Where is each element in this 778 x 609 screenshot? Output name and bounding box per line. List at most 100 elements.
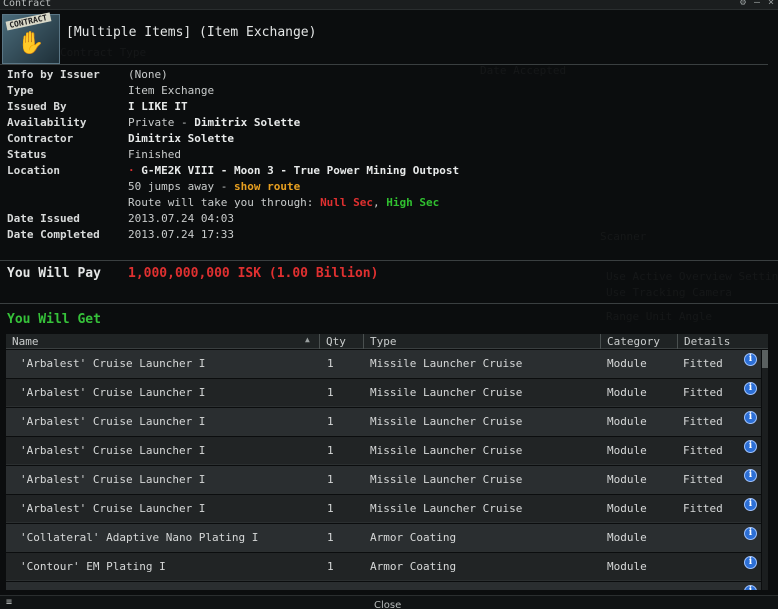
item-details: Fitted [683, 444, 723, 457]
table-row[interactable]: 'Collateral' Adaptive Nano Plating I 1 A… [6, 524, 761, 552]
column-divider[interactable] [363, 334, 364, 349]
close-button[interactable]: Close [374, 600, 401, 609]
location-link[interactable]: G-ME2K VIII - Moon 3 - True Power Mining… [141, 164, 459, 177]
info-label: Type [7, 84, 34, 97]
availability-character-link[interactable]: Dimitrix Solette [194, 116, 300, 129]
item-type: Missile Launcher Cruise [370, 502, 523, 515]
info-label: Status [7, 148, 47, 161]
table-row[interactable]: 'Contour' EM Plating I 1 Armor Coating M… [6, 553, 761, 581]
sort-ascending-icon[interactable]: ▲ [305, 335, 310, 344]
info-value: 2013.07.24 17:33 [128, 228, 234, 241]
show-info-icon[interactable]: i [744, 411, 757, 424]
show-info-icon[interactable]: i [744, 527, 757, 540]
close-icon[interactable]: × [766, 0, 776, 8]
table-row[interactable]: 'Arbalest' Cruise Launcher I 1 Missile L… [6, 466, 761, 494]
background-ghost-text: Use Active Overview Settings [606, 270, 778, 283]
item-type: Missile Launcher Cruise [370, 415, 523, 428]
table-scrollbar[interactable] [762, 350, 768, 590]
info-label: Issued By [7, 100, 67, 113]
column-header-details[interactable]: Details [684, 335, 730, 348]
item-type: Missile Launcher Cruise [370, 444, 523, 457]
high-sec-text: High Sec [386, 196, 440, 209]
info-label: Contractor [7, 132, 74, 145]
contract-badge: CONTRACT [5, 12, 51, 31]
column-header-type[interactable]: Type [370, 335, 397, 348]
info-row-info-by-issuer: Info by Issuer (None) [7, 68, 767, 84]
info-row-availability: Availability Private - Dimitrix Solette [7, 116, 767, 132]
item-details: Fitted [683, 473, 723, 486]
item-category: Module [607, 473, 647, 486]
item-qty: 1 [327, 473, 334, 486]
info-row-route: Route will take you through: Null Sec, H… [7, 196, 767, 212]
item-details: Fitted [683, 357, 723, 370]
show-info-icon[interactable]: i [744, 382, 757, 395]
window-controls: ⚙ – × [738, 0, 776, 8]
pay-amount: 1,000,000,000 ISK (1.00 Billion) [128, 266, 379, 281]
column-header-qty[interactable]: Qty [326, 335, 346, 348]
contractor-link[interactable]: Dimitrix Solette [128, 132, 234, 145]
settings-icon[interactable]: ⚙ [738, 0, 748, 8]
item-name: 'Arbalest' Cruise Launcher I [20, 386, 206, 399]
info-value: (None) [128, 68, 168, 81]
info-row-contractor: Contractor Dimitrix Solette [7, 132, 767, 148]
info-row-jumps: 50 jumps away - show route [7, 180, 767, 196]
scrollbar-thumb[interactable] [762, 350, 768, 368]
item-name: 'Arbalest' Cruise Launcher I [20, 473, 206, 486]
info-row-location: Location · G-ME2K VIII - Moon 3 - True P… [7, 164, 767, 180]
item-qty: 1 [327, 386, 334, 399]
background-ghost-text: Range Unit Angle [606, 310, 712, 323]
table-row[interactable]: 'Arbalest' Cruise Launcher I 1 Missile L… [6, 495, 761, 523]
show-info-icon[interactable]: i [744, 353, 757, 366]
item-category: Module [607, 357, 647, 370]
background-ghost-text: Use Tracking Camera [606, 286, 732, 299]
info-row-status: Status Finished [7, 148, 767, 164]
item-type: Armor Coating [370, 560, 457, 573]
item-name: 'Arbalest' Cruise Launcher I [20, 502, 206, 515]
availability-prefix: Private - [128, 116, 195, 129]
background-ghost-text: Contract Type [60, 46, 147, 59]
show-route-link[interactable]: show route [234, 180, 300, 193]
item-qty: 1 [327, 531, 334, 544]
show-info-icon[interactable]: i [744, 498, 757, 511]
item-category: Module [607, 502, 647, 515]
column-header-category[interactable]: Category [607, 335, 660, 348]
issuer-link[interactable]: I LIKE IT [128, 100, 188, 113]
item-qty: 1 [327, 357, 334, 370]
item-type: Armor Coating [370, 531, 457, 544]
security-dot-icon: · [128, 164, 135, 177]
item-qty: 1 [327, 560, 334, 573]
column-header-name[interactable]: Name [12, 335, 39, 348]
column-divider[interactable] [319, 334, 320, 349]
contract-title: [Multiple Items] (Item Exchange) [66, 25, 317, 40]
menu-icon[interactable]: ≡ [6, 597, 12, 608]
null-sec-text: Null Sec [320, 196, 374, 209]
contract-icon: CONTRACT ✋ [2, 12, 60, 64]
item-details: Fitted [683, 386, 723, 399]
column-divider[interactable] [677, 334, 678, 349]
info-label: Date Issued [7, 212, 80, 225]
table-row[interactable]: 'Arbalest' Cruise Launcher I 1 Missile L… [6, 350, 761, 378]
info-label: Info by Issuer [7, 68, 100, 81]
item-name: 'Arbalest' Cruise Launcher I [20, 357, 206, 370]
table-row[interactable]: 'Arbalest' Cruise Launcher I 1 Missile L… [6, 379, 761, 407]
info-label: Location [7, 164, 60, 177]
show-info-icon[interactable]: i [744, 556, 757, 569]
show-info-icon[interactable]: i [744, 585, 757, 590]
table-row[interactable]: i [6, 582, 761, 590]
table-row[interactable]: 'Arbalest' Cruise Launcher I 1 Missile L… [6, 408, 761, 436]
route-separator: , [373, 196, 387, 209]
item-details: Fitted [683, 415, 723, 428]
you-will-get-label: You Will Get [7, 312, 101, 327]
table-row[interactable]: 'Arbalest' Cruise Launcher I 1 Missile L… [6, 437, 761, 465]
item-qty: 1 [327, 444, 334, 457]
item-qty: 1 [327, 415, 334, 428]
column-divider[interactable] [600, 334, 601, 349]
divider [0, 64, 768, 65]
show-info-icon[interactable]: i [744, 469, 757, 482]
jumps-text: 50 jumps away - [128, 180, 234, 193]
table-header: Name ▲ Qty Type Category Details [6, 334, 768, 349]
handshake-icon: ✋ [17, 31, 45, 56]
minimize-icon[interactable]: – [752, 0, 762, 8]
info-label: Date Completed [7, 228, 100, 241]
show-info-icon[interactable]: i [744, 440, 757, 453]
